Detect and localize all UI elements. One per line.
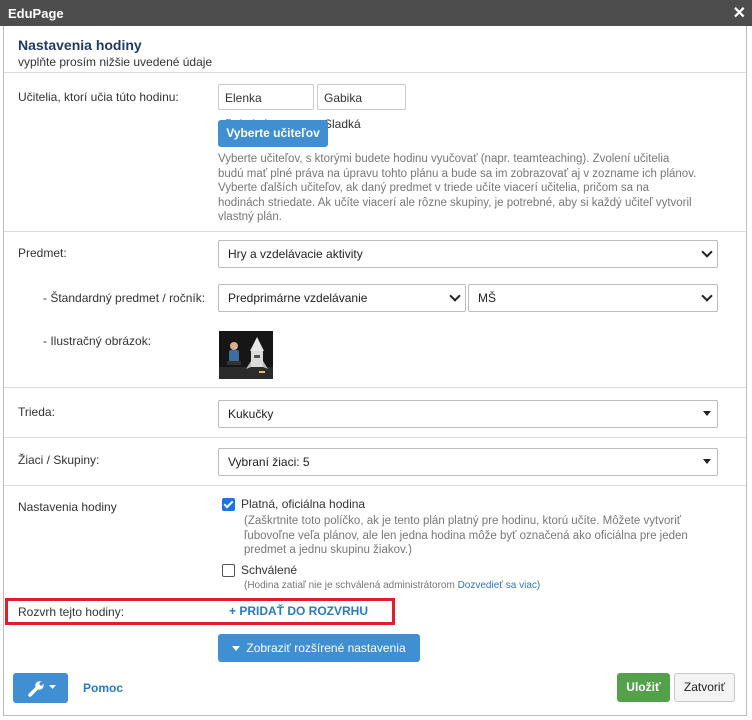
subject-label: Predmet: xyxy=(18,246,67,260)
approved-checkbox[interactable] xyxy=(222,564,235,577)
teachers-help-text: Vyberte učiteľov, s ktorými budete hodin… xyxy=(218,153,697,223)
window-title: EduPage xyxy=(8,6,64,21)
caret-down-icon xyxy=(703,411,711,416)
standard-label: - Štandardný predmet / ročník: xyxy=(43,291,206,305)
help-link[interactable]: Pomoc xyxy=(83,681,123,695)
caret-down-icon xyxy=(703,459,711,464)
chevron-down-icon xyxy=(449,290,461,302)
teacher-tag[interactable]: Elenka Pokojná xyxy=(218,84,314,131)
divider xyxy=(4,387,746,388)
official-note: (Zaškrtnite toto políčko, ak je tento pl… xyxy=(244,515,688,556)
divider xyxy=(4,485,746,486)
teachers-label: Učitelia, ktorí učia túto hodinu: xyxy=(18,90,179,104)
close-button[interactable]: Zatvoriť xyxy=(674,673,735,702)
add-to-schedule-link[interactable]: + PRIDAŤ DO ROZVRHU xyxy=(229,604,368,618)
chevron-down-icon xyxy=(701,246,713,258)
select-teachers-button[interactable]: Vyberte učiteľov xyxy=(218,120,328,147)
chevron-down-icon xyxy=(701,290,713,302)
divider xyxy=(4,437,746,438)
subject-select[interactable]: Hry a vzdelávacie aktivity xyxy=(218,240,718,268)
approved-label[interactable]: Schválené xyxy=(241,563,297,577)
grade-select[interactable]: MŠ xyxy=(468,284,718,312)
close-icon[interactable]: ✕ xyxy=(733,3,746,23)
class-select[interactable]: Kukučky xyxy=(218,400,718,428)
lesson-settings-label: Nastavenia hodiny xyxy=(18,500,117,514)
students-label: Žiaci / Skupiny: xyxy=(18,453,100,467)
class-label: Trieda: xyxy=(18,405,55,419)
illustration-image[interactable] xyxy=(219,331,273,379)
schedule-label: Rozvrh tejto hodiny: xyxy=(18,605,125,619)
approved-note: (Hodina zatiaľ nie je schválená administ… xyxy=(244,580,541,591)
official-checkbox[interactable] xyxy=(222,498,235,511)
official-label[interactable]: Platná, oficiálna hodina xyxy=(241,497,365,511)
advanced-settings-button[interactable]: Zobraziť rozšírené nastavenia xyxy=(218,634,420,662)
wrench-icon xyxy=(28,681,56,697)
standard-subject-select[interactable]: Predprimárne vzdelávanie xyxy=(218,284,466,312)
dialog-header: Nastavenia hodiny vyplňte prosím nižšie … xyxy=(18,37,212,69)
illustration-label: - Ilustračný obrázok: xyxy=(43,334,152,348)
learn-more-link[interactable]: Dozvedieť sa viac) xyxy=(458,580,541,591)
save-button[interactable]: Uložiť xyxy=(617,673,670,702)
tools-button[interactable] xyxy=(13,673,68,703)
page-title: Nastavenia hodiny xyxy=(18,37,142,53)
students-select[interactable]: Vybraní žiaci: 5 xyxy=(218,448,718,476)
caret-down-icon xyxy=(232,646,241,652)
page-subtitle: vyplňte prosím nižšie uvedené údaje xyxy=(18,55,213,69)
divider xyxy=(4,72,746,73)
window-titlebar: EduPage ✕ xyxy=(0,0,752,26)
teacher-tag[interactable]: Gabika Sladká xyxy=(317,84,406,131)
divider xyxy=(4,231,746,232)
